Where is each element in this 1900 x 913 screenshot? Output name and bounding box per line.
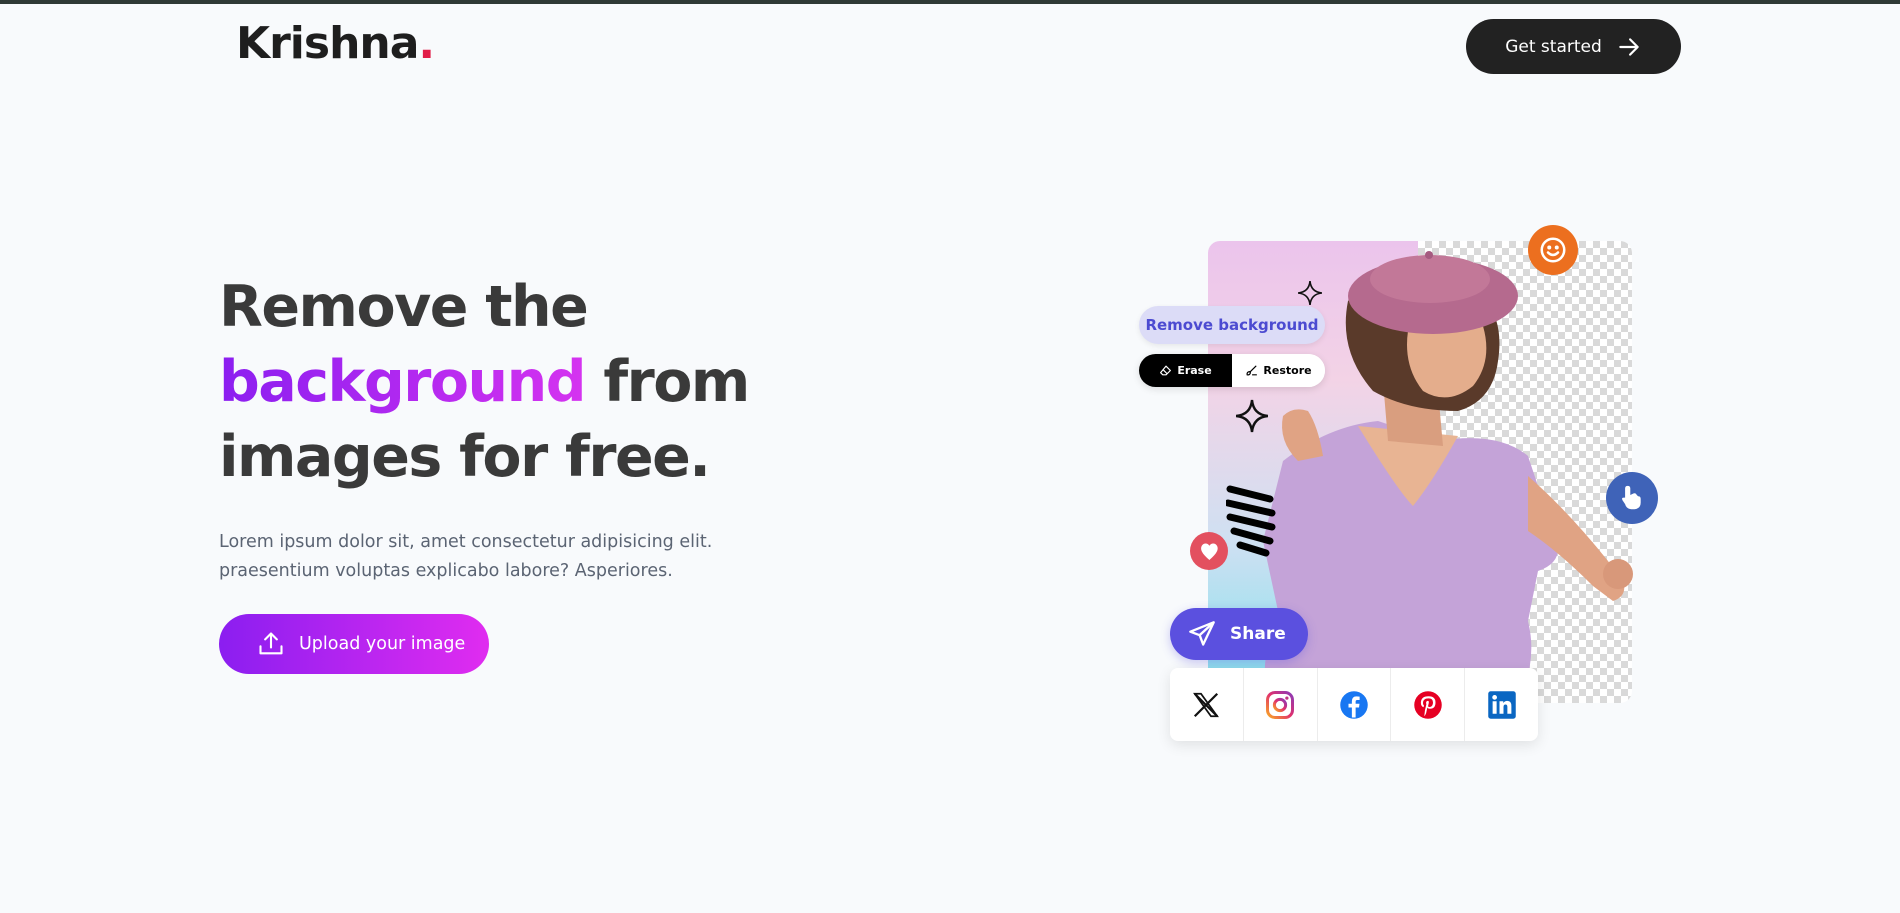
hero-title-line1: Remove the xyxy=(219,274,589,340)
send-icon xyxy=(1189,621,1215,646)
get-started-label: Get started xyxy=(1505,36,1602,57)
logo-text: Krishna xyxy=(236,18,419,69)
hand-icon xyxy=(1622,486,1642,510)
edit-tools-toggle[interactable]: Erase Restore xyxy=(1139,354,1325,387)
remove-background-pill[interactable]: Remove background xyxy=(1139,306,1325,344)
share-linkedin[interactable] xyxy=(1465,668,1538,741)
restore-tool[interactable]: Restore xyxy=(1232,354,1325,387)
x-icon xyxy=(1193,692,1220,717)
upload-image-label: Upload your image xyxy=(299,634,466,654)
facebook-icon xyxy=(1340,690,1368,719)
linkedin-icon xyxy=(1487,690,1516,719)
arrow-right-icon xyxy=(1619,37,1639,56)
heart-badge xyxy=(1190,532,1228,570)
pinterest-icon xyxy=(1414,690,1442,719)
instagram-icon xyxy=(1266,690,1295,719)
sparkle-icon xyxy=(1298,281,1322,305)
hand-badge xyxy=(1606,472,1658,524)
share-x[interactable] xyxy=(1170,668,1244,741)
share-instagram[interactable] xyxy=(1244,668,1318,741)
hero-subtitle-line1: Lorem ipsum dolor sit, amet consectetur … xyxy=(219,532,713,552)
logo[interactable]: Krishna. xyxy=(236,18,435,69)
scribble-decoration xyxy=(1226,485,1276,557)
brush-icon xyxy=(1246,365,1258,376)
hero-subtitle: Lorem ipsum dolor sit, amet consectetur … xyxy=(219,528,739,586)
restore-label: Restore xyxy=(1263,364,1312,377)
erase-label: Erase xyxy=(1177,364,1212,377)
hero-title-line3: images for free. xyxy=(219,424,711,490)
social-share-bar xyxy=(1170,668,1538,741)
hero-title: Remove the background from images for fr… xyxy=(219,270,750,495)
logo-dot: . xyxy=(418,18,435,69)
upload-icon xyxy=(259,632,283,655)
smiley-icon xyxy=(1540,237,1566,263)
heart-icon xyxy=(1200,543,1218,560)
eraser-icon xyxy=(1160,365,1172,376)
upload-image-button[interactable]: Upload your image xyxy=(219,614,489,674)
share-label: Share xyxy=(1230,624,1286,644)
hero-subtitle-line2: praesentium voluptas explicabo labore? A… xyxy=(219,561,673,581)
smile-badge xyxy=(1528,225,1578,275)
share-facebook[interactable] xyxy=(1318,668,1392,741)
hero-title-highlight: background xyxy=(219,349,587,415)
share-button[interactable]: Share xyxy=(1170,608,1308,660)
sparkle-icon xyxy=(1236,399,1268,433)
erase-tool[interactable]: Erase xyxy=(1139,354,1232,387)
get-started-button[interactable]: Get started xyxy=(1466,19,1681,74)
share-pinterest[interactable] xyxy=(1391,668,1466,741)
hero-title-after-highlight: from xyxy=(585,349,750,415)
